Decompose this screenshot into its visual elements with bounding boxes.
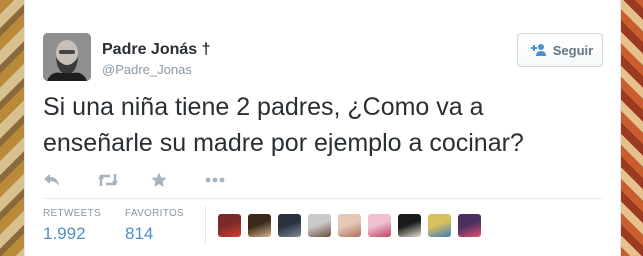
favoriter-avatar[interactable] xyxy=(428,214,451,237)
favorite-button[interactable] xyxy=(151,172,205,188)
favoriter-avatar[interactable] xyxy=(248,214,271,237)
avatar-image xyxy=(43,33,91,81)
reply-button[interactable] xyxy=(43,173,97,187)
user-handle[interactable]: @Padre_Jonas xyxy=(102,62,192,77)
follow-button[interactable]: Seguir xyxy=(517,33,603,67)
tweet-text-line-2: enseñarle su madre por ejemplo a cocinar… xyxy=(43,129,524,157)
background-right xyxy=(619,0,643,256)
favoriter-avatar[interactable] xyxy=(278,214,301,237)
tweet-text: Si una niña tiene 2 padres, ¿Como va a e… xyxy=(43,89,603,161)
retweet-icon xyxy=(98,174,118,186)
avatar[interactable] xyxy=(43,33,91,81)
favoriter-avatars xyxy=(218,214,481,237)
background-left xyxy=(0,0,24,256)
retweet-button[interactable] xyxy=(97,173,151,187)
retweets-count: 1.992 xyxy=(43,224,86,243)
follow-user-icon xyxy=(530,44,546,56)
favorites-count: 814 xyxy=(125,224,154,243)
tweet-actions xyxy=(43,168,259,192)
favoriter-avatar[interactable] xyxy=(368,214,391,237)
follow-button-label: Seguir xyxy=(552,42,594,58)
favoriter-avatar[interactable] xyxy=(308,214,331,237)
user-name[interactable]: Padre Jonás † xyxy=(102,41,211,59)
tweet-text-line-1: Si una niña tiene 2 padres, ¿Como va a xyxy=(43,93,484,121)
favoriter-avatar[interactable] xyxy=(458,214,481,237)
retweets-label: RETWEETS xyxy=(43,208,101,219)
favoriter-avatar[interactable] xyxy=(398,214,421,237)
tweet-card: Padre Jonás † @Padre_Jonas Seguir Si una… xyxy=(24,0,621,256)
more-button[interactable] xyxy=(205,177,259,183)
more-icon xyxy=(205,177,225,183)
reply-icon xyxy=(44,174,59,186)
favorite-icon xyxy=(151,172,167,187)
favoriter-avatar[interactable] xyxy=(218,214,241,237)
favorites-stat[interactable]: FAVORITOS 814 xyxy=(125,208,184,244)
retweets-stat[interactable]: RETWEETS 1.992 xyxy=(43,208,101,244)
stats-divider xyxy=(43,198,602,199)
stats-separator xyxy=(205,206,206,244)
favorites-label: FAVORITOS xyxy=(125,208,185,219)
favoriter-avatar[interactable] xyxy=(338,214,361,237)
